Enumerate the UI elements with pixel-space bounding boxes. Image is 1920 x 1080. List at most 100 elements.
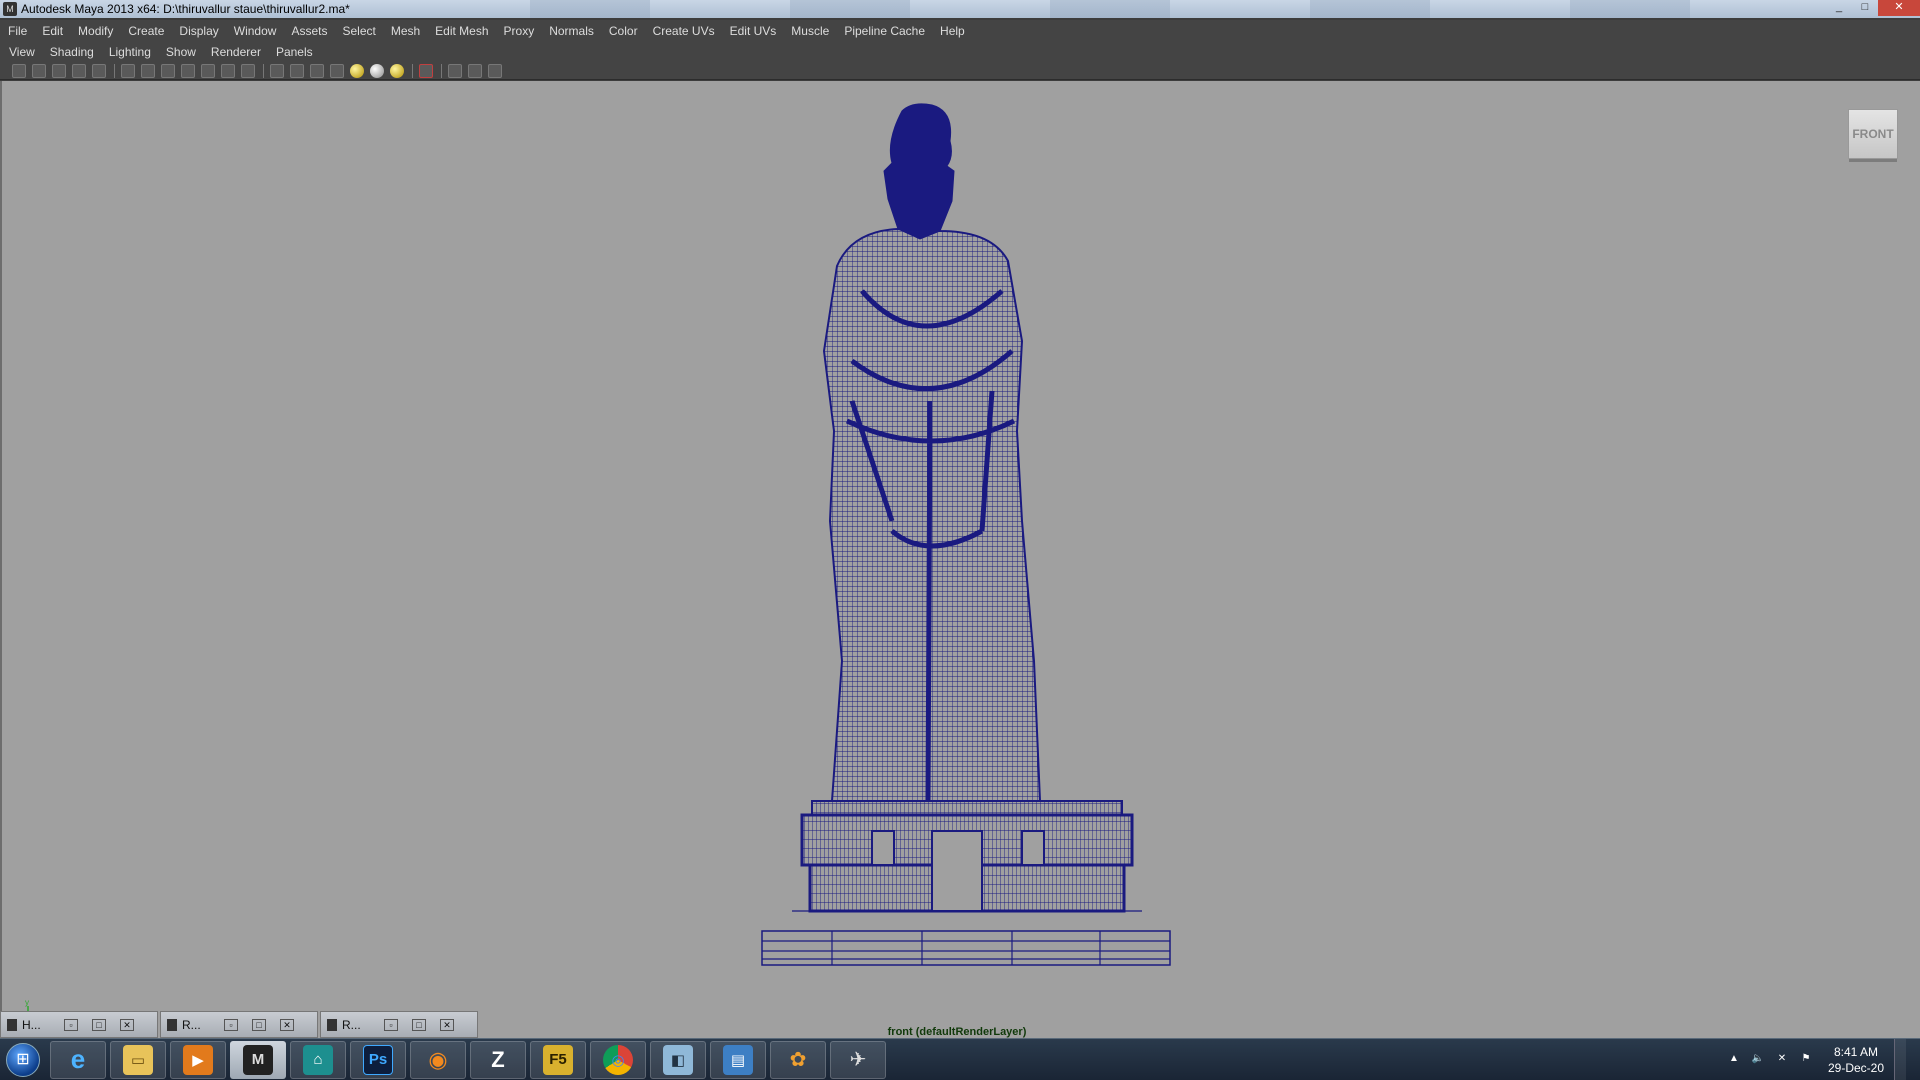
wireframe-icon[interactable] bbox=[270, 63, 284, 78]
menu-normals[interactable]: Normals bbox=[549, 24, 594, 38]
field-chart-icon[interactable] bbox=[201, 63, 215, 78]
panel-menu-lighting[interactable]: Lighting bbox=[109, 45, 151, 59]
minimized-window-label: H... bbox=[22, 1017, 41, 1032]
select-camera-icon[interactable] bbox=[12, 63, 26, 78]
internet-explorer-icon: e bbox=[70, 1044, 86, 1074]
use-all-lights-icon[interactable] bbox=[370, 63, 384, 78]
maya-window-icon bbox=[167, 1018, 177, 1031]
pedestal-step-lines bbox=[762, 910, 1170, 965]
maximize-button[interactable]: □ bbox=[1852, 0, 1878, 16]
close-button[interactable]: ✕ bbox=[1878, 0, 1920, 16]
restore-button[interactable]: ▫ bbox=[384, 1018, 398, 1031]
film-gate-icon[interactable] bbox=[141, 63, 155, 78]
taskbar-maya-active[interactable]: M bbox=[230, 1040, 286, 1079]
menu-window[interactable]: Window bbox=[234, 24, 277, 38]
shadows-icon[interactable] bbox=[390, 63, 404, 78]
taskbar-photoshop[interactable]: Ps bbox=[350, 1040, 406, 1079]
menu-modify[interactable]: Modify bbox=[78, 24, 113, 38]
panel-menu-renderer[interactable]: Renderer bbox=[211, 45, 261, 59]
taskbar-chrome[interactable]: ◎ bbox=[590, 1040, 646, 1079]
bookmarks-icon[interactable] bbox=[52, 63, 66, 78]
panel-menu-show[interactable]: Show bbox=[166, 45, 196, 59]
menu-create-uvs[interactable]: Create UVs bbox=[653, 24, 715, 38]
restore-button[interactable]: ▫ bbox=[64, 1018, 78, 1031]
window-title: Autodesk Maya 2013 x64: D:\thiruvallur s… bbox=[21, 2, 350, 16]
show-hidden-icons-icon[interactable]: ▲ bbox=[1726, 1053, 1742, 1067]
xray-joints-icon[interactable] bbox=[468, 63, 482, 78]
safe-title-icon[interactable] bbox=[241, 63, 255, 78]
camera-attributes-icon[interactable] bbox=[32, 63, 46, 78]
menu-color[interactable]: Color bbox=[609, 24, 638, 38]
2d-pan-zoom-icon[interactable] bbox=[92, 63, 106, 78]
taskbar-file-explorer[interactable]: ▭ bbox=[110, 1040, 166, 1079]
use-default-light-icon[interactable] bbox=[350, 63, 364, 78]
taskbar-media-player[interactable]: ▶ bbox=[170, 1040, 226, 1079]
menu-edit-mesh[interactable]: Edit Mesh bbox=[435, 24, 488, 38]
image-plane-icon[interactable] bbox=[72, 63, 86, 78]
menu-file[interactable]: File bbox=[8, 24, 27, 38]
menu-help[interactable]: Help bbox=[940, 24, 965, 38]
gate-mask-icon[interactable] bbox=[181, 63, 195, 78]
minimized-window[interactable]: R... ▫ □ ✕ bbox=[160, 1011, 318, 1038]
menu-pipeline-cache[interactable]: Pipeline Cache bbox=[844, 24, 925, 38]
isolate-select-icon[interactable] bbox=[419, 63, 433, 78]
grid-icon[interactable] bbox=[121, 63, 135, 78]
textured-icon[interactable] bbox=[330, 63, 344, 78]
taskbar-tool-app[interactable]: ✈ bbox=[830, 1040, 886, 1079]
panel-menu-view[interactable]: View bbox=[9, 45, 35, 59]
taskbar-f5[interactable]: F5 bbox=[530, 1040, 586, 1079]
taskbar-app-blue[interactable]: ◧ bbox=[650, 1040, 706, 1079]
menu-create[interactable]: Create bbox=[128, 24, 164, 38]
minimize-button[interactable]: _ bbox=[1826, 0, 1852, 16]
resolution-gate-icon[interactable] bbox=[161, 63, 175, 78]
taskbar-maya-app[interactable]: ⌂ bbox=[290, 1040, 346, 1079]
network-warning-icon[interactable]: ✕ bbox=[1774, 1053, 1790, 1067]
menu-mesh[interactable]: Mesh bbox=[391, 24, 420, 38]
menu-edit-uvs[interactable]: Edit UVs bbox=[730, 24, 777, 38]
taskbar-zbrush[interactable]: Z bbox=[470, 1040, 526, 1079]
taskbar-paw-app[interactable]: ✿ bbox=[770, 1040, 826, 1079]
minimized-window[interactable]: R... ▫ □ ✕ bbox=[320, 1011, 478, 1038]
action-center-icon[interactable]: ⚑ bbox=[1798, 1053, 1814, 1067]
maya-window-icon bbox=[7, 1018, 17, 1031]
volume-icon[interactable]: 🔈 bbox=[1750, 1053, 1766, 1067]
menu-muscle[interactable]: Muscle bbox=[791, 24, 829, 38]
close-button[interactable]: ✕ bbox=[280, 1018, 294, 1031]
maximize-button[interactable]: □ bbox=[92, 1018, 106, 1031]
close-button[interactable]: ✕ bbox=[120, 1018, 134, 1031]
folder-icon: ▭ bbox=[123, 1044, 153, 1075]
minimized-window-label: R... bbox=[182, 1017, 201, 1032]
viewcube-front[interactable]: FRONT bbox=[1848, 109, 1898, 159]
menu-edit[interactable]: Edit bbox=[42, 24, 63, 38]
front-viewport[interactable]: FRONT y x z front (d bbox=[0, 81, 1920, 1038]
menu-assets[interactable]: Assets bbox=[291, 24, 327, 38]
paw-app-icon: ✿ bbox=[789, 1049, 807, 1071]
statue-wireframe-mesh[interactable] bbox=[692, 101, 1232, 981]
safe-action-icon[interactable] bbox=[221, 63, 235, 78]
taskbar-blender[interactable]: ◉ bbox=[410, 1040, 466, 1079]
clock[interactable]: 8:41 AM 29-Dec-20 bbox=[1828, 1044, 1884, 1076]
taskbar-internet-explorer[interactable]: e bbox=[50, 1040, 106, 1079]
menu-select[interactable]: Select bbox=[342, 24, 375, 38]
close-button[interactable]: ✕ bbox=[440, 1018, 454, 1031]
smooth-shade-icon[interactable] bbox=[290, 63, 304, 78]
panel-menu-panels[interactable]: Panels bbox=[276, 45, 313, 59]
panel-menubar: View Shading Lighting Show Renderer Pane… bbox=[0, 42, 1920, 62]
restore-button[interactable]: ▫ bbox=[224, 1018, 238, 1031]
toolbar-separator bbox=[412, 63, 413, 78]
start-button[interactable]: ⊞ bbox=[0, 1039, 46, 1080]
menu-proxy[interactable]: Proxy bbox=[504, 24, 535, 38]
blender-icon: ◉ bbox=[428, 1046, 448, 1072]
show-desktop-button[interactable] bbox=[1894, 1039, 1906, 1080]
menu-display[interactable]: Display bbox=[179, 24, 218, 38]
xray-icon[interactable] bbox=[448, 63, 462, 78]
maximize-button[interactable]: □ bbox=[412, 1018, 426, 1031]
app-blue-icon: ◧ bbox=[663, 1044, 693, 1075]
pedestal-window-left bbox=[871, 830, 895, 866]
taskbar-window-app[interactable]: ▤ bbox=[710, 1040, 766, 1079]
panel-menu-shading[interactable]: Shading bbox=[50, 45, 94, 59]
wireframe-on-shaded-icon[interactable] bbox=[310, 63, 324, 78]
maximize-button[interactable]: □ bbox=[252, 1018, 266, 1031]
minimized-window[interactable]: H... ▫ □ ✕ bbox=[0, 1011, 158, 1038]
hypershade-icon[interactable] bbox=[488, 63, 502, 78]
